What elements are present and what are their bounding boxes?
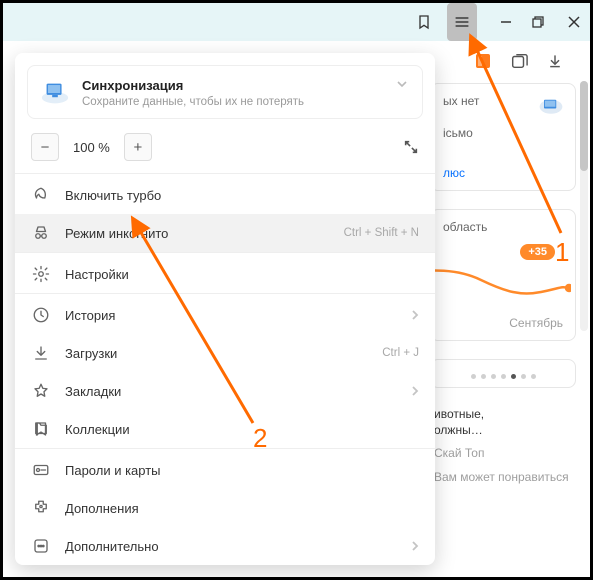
window-minimize-button[interactable] <box>491 3 521 41</box>
extension-icon[interactable] <box>474 52 492 70</box>
recommendation-widget[interactable]: ивотные, олжны… Скай Топ Вам может понра… <box>430 406 576 484</box>
sidebar-widgets: ых нет ісьмо люс область +35 Сентябрь ив… <box>430 83 576 484</box>
menu-item-label: Коллекции <box>65 422 130 437</box>
menu-item-label: Загрузки <box>65 346 117 361</box>
weather-month: Сентябрь <box>509 316 563 330</box>
mail-link[interactable]: люс <box>443 166 563 180</box>
bookmarks-icon <box>31 382 51 400</box>
mail-line2: ісьмо <box>443 126 563 140</box>
menu-item-label: Режим инкогнито <box>65 226 168 241</box>
more-icon <box>31 537 51 555</box>
menu-item-label: История <box>65 308 115 323</box>
settings-icon <box>31 265 51 283</box>
zoom-controls: − 100 % + <box>15 123 435 173</box>
incognito-icon <box>31 224 51 242</box>
sync-title: Синхронизация <box>82 78 408 93</box>
menu-item-label: Включить турбо <box>65 188 161 203</box>
rec-footer: Вам может понравиться <box>434 470 572 484</box>
rec-source: Скай Топ <box>434 446 572 460</box>
passwords-icon <box>31 461 51 479</box>
collections-icon <box>31 420 51 438</box>
menu-item-label: Закладки <box>65 384 121 399</box>
menu-item-downloads[interactable]: Загрузки Ctrl + J <box>15 334 435 372</box>
rec-title-2: олжны… <box>434 422 572 438</box>
chevron-right-icon <box>411 540 419 552</box>
sync-card[interactable]: Синхронизация Сохраните данные, чтобы их… <box>27 65 423 119</box>
zoom-out-button[interactable]: − <box>31 133 59 161</box>
downloads-icon <box>31 344 51 362</box>
menu-item-more[interactable]: Дополнительно <box>15 527 435 565</box>
addons-icon <box>31 499 51 517</box>
mail-widget[interactable]: ых нет ісьмо люс <box>430 83 576 191</box>
menu-item-shortcut: Ctrl + Shift + N <box>344 227 419 239</box>
widget-pager[interactable] <box>439 366 567 383</box>
pager-widget <box>430 359 576 388</box>
weather-widget[interactable]: область +35 Сентябрь <box>430 209 576 341</box>
menu-item-incognito[interactable]: Режим инкогнито Ctrl + Shift + N <box>15 214 435 252</box>
menu-item-history[interactable]: История <box>15 296 435 334</box>
sync-pc-icon <box>40 80 70 106</box>
menu-item-turbo[interactable]: Включить турбо <box>15 176 435 214</box>
bookmark-icon[interactable] <box>409 3 439 41</box>
menu-item-bookmarks[interactable]: Закладки <box>15 372 435 410</box>
menu-item-shortcut: Ctrl + J <box>382 347 419 359</box>
fullscreen-icon[interactable] <box>403 139 419 155</box>
toolbar-row <box>474 45 590 77</box>
history-icon <box>31 306 51 324</box>
menu-item-label: Дополнительно <box>65 539 159 554</box>
menu-item-passwords[interactable]: Пароли и карты <box>15 451 435 489</box>
weather-region: область <box>443 220 563 234</box>
menu-item-label: Пароли и карты <box>65 463 161 478</box>
rec-title-1: ивотные, <box>434 406 572 422</box>
menu-item-label: Дополнения <box>65 501 139 516</box>
menu-item-label: Настройки <box>65 267 129 282</box>
chevron-down-icon <box>396 80 408 88</box>
sync-subtitle: Сохраните данные, чтобы их не потерять <box>82 96 408 108</box>
window-titlebar <box>3 3 590 41</box>
download-icon[interactable] <box>546 52 564 70</box>
menu-item-addons[interactable]: Дополнения <box>15 489 435 527</box>
weather-temp-badge: +35 <box>520 244 555 260</box>
sync-cloud-icon <box>537 94 565 116</box>
window-close-button[interactable] <box>559 3 589 41</box>
menu-item-settings[interactable]: Настройки <box>15 255 435 293</box>
chevron-right-icon <box>411 385 419 397</box>
tabs-icon[interactable] <box>510 52 528 70</box>
zoom-in-button[interactable]: + <box>124 133 152 161</box>
window-maximize-button[interactable] <box>523 3 553 41</box>
turbo-icon <box>31 186 51 204</box>
scroll-thumb[interactable] <box>580 81 588 171</box>
main-menu-button[interactable] <box>447 3 477 41</box>
zoom-value: 100 % <box>67 140 116 155</box>
menu-item-collections[interactable]: Коллекции <box>15 410 435 448</box>
chevron-right-icon <box>411 309 419 321</box>
page-scrollbar[interactable] <box>580 81 588 331</box>
main-menu: Синхронизация Сохраните данные, чтобы их… <box>15 53 435 565</box>
